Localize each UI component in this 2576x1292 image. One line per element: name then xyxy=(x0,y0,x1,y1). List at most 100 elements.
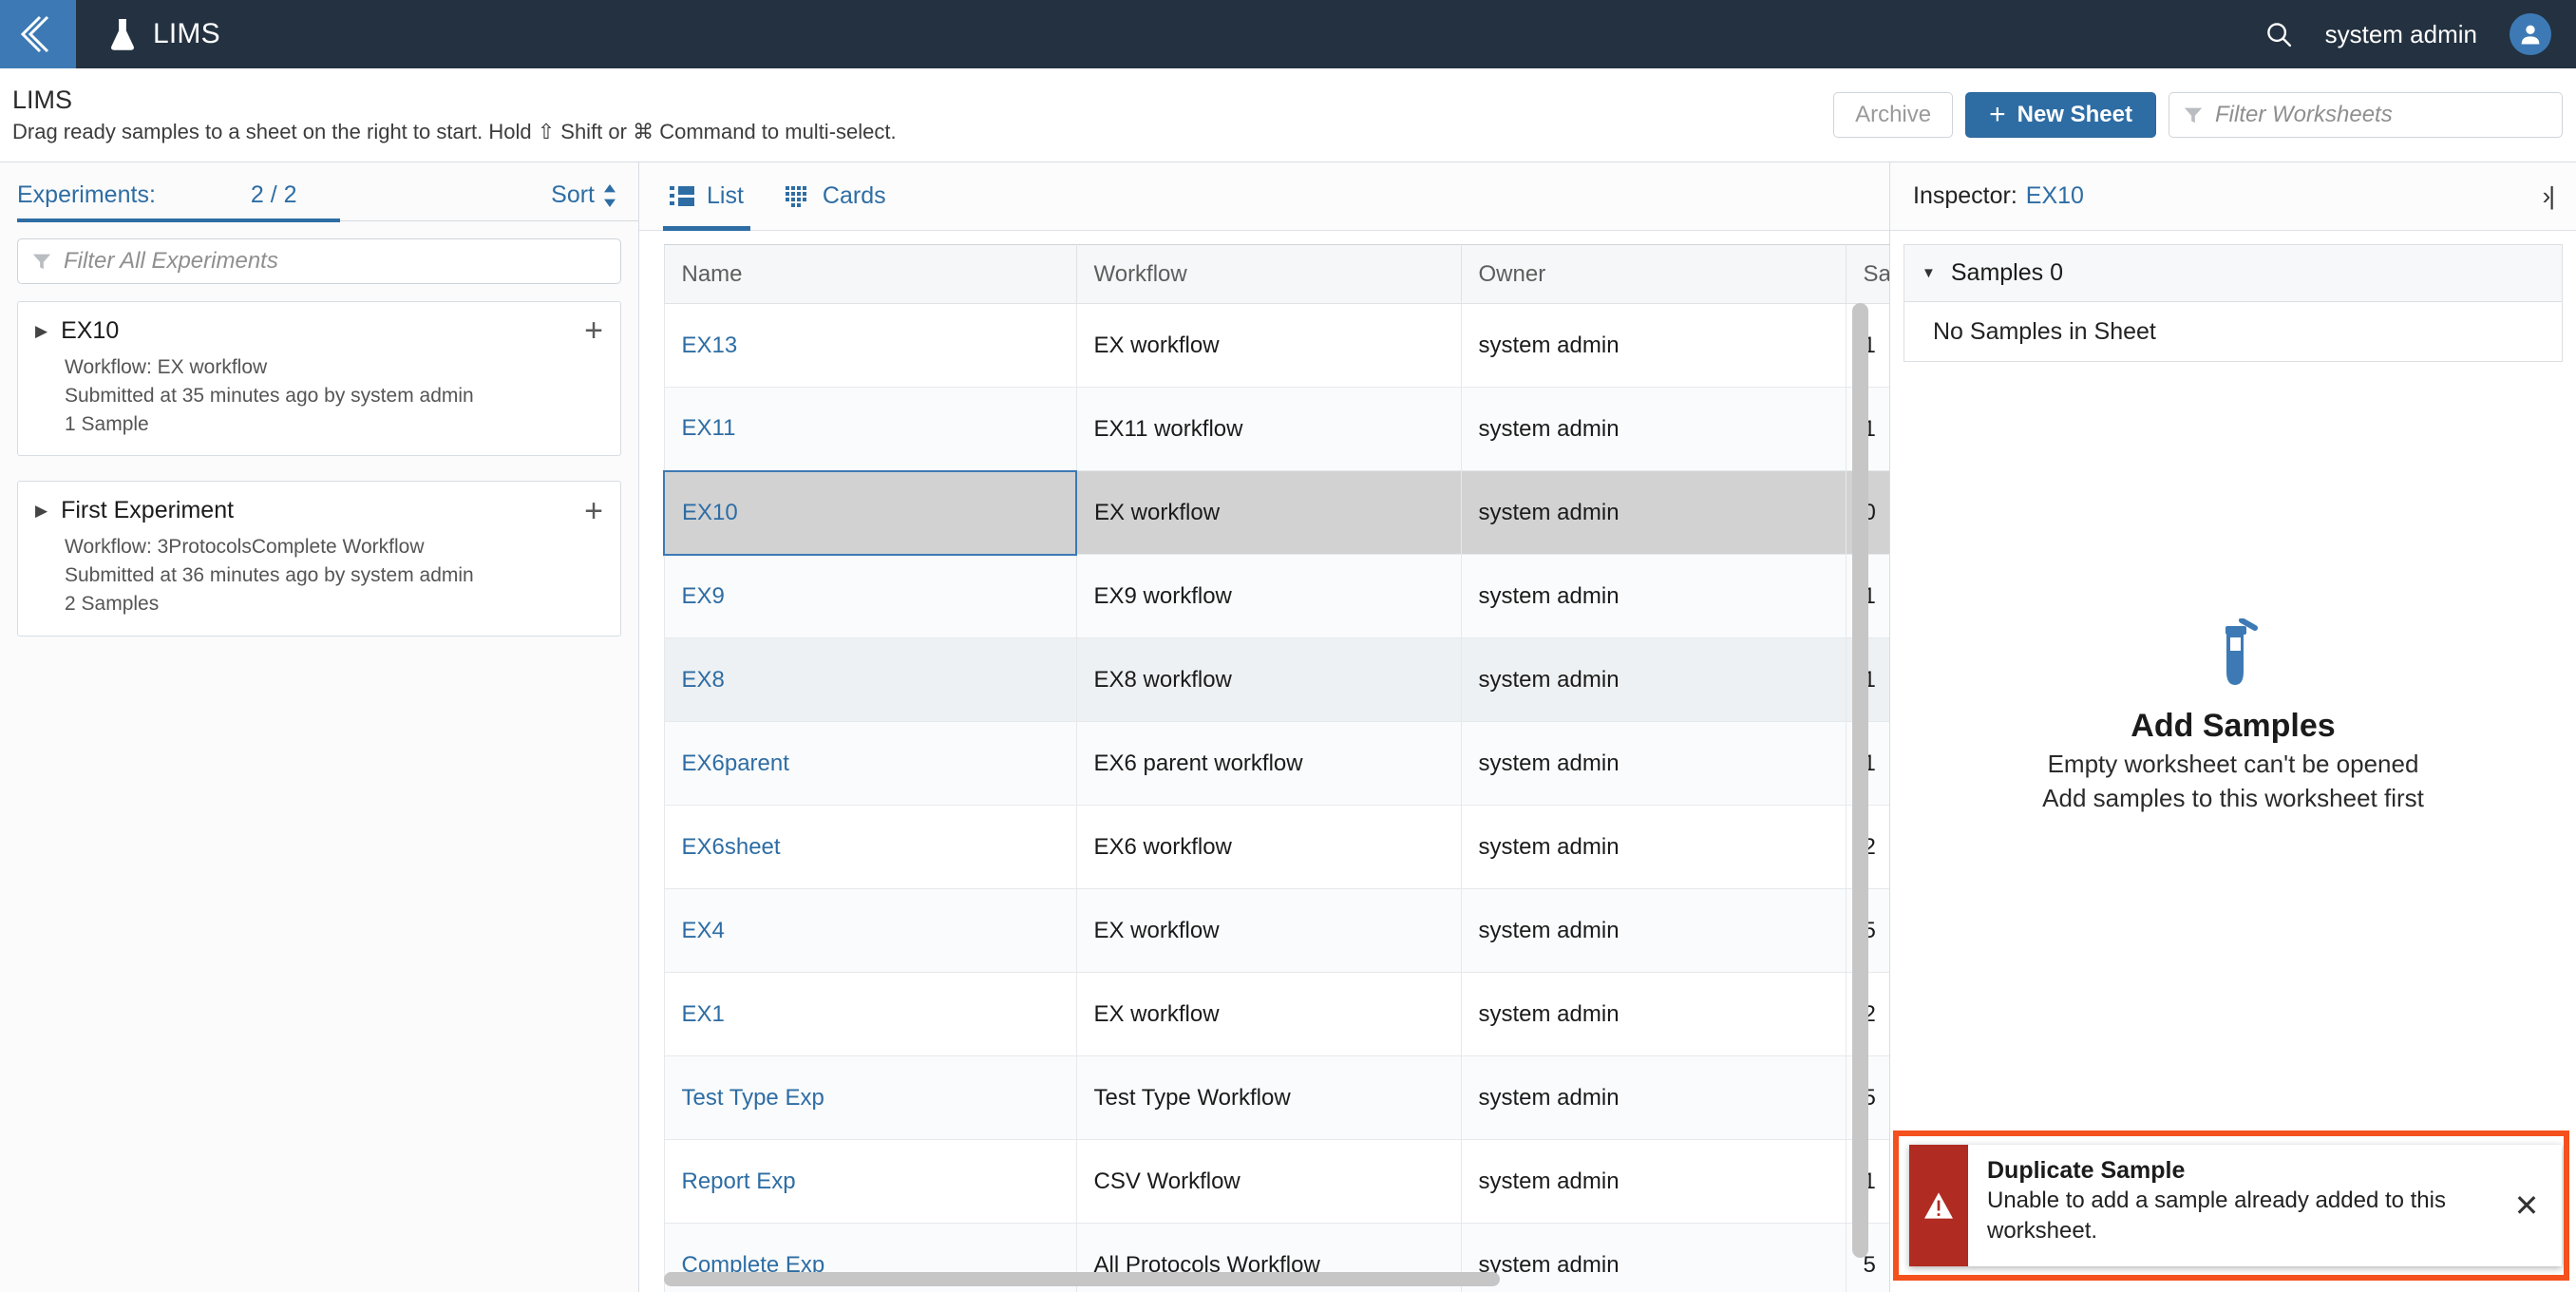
worksheet-filter-input[interactable]: Filter Worksheets xyxy=(2169,92,2563,138)
column-header-workflow[interactable]: Workflow xyxy=(1075,244,1462,304)
experiment-card-header: ▶ First Experiment + xyxy=(35,494,603,527)
worksheet-link[interactable]: Test Type Exp xyxy=(682,1085,824,1111)
table-row[interactable]: Report Exp CSV Workflow system admin 1 xyxy=(663,1139,1889,1224)
cell-name[interactable]: Report Exp xyxy=(663,1139,1077,1224)
experiments-label: Experiments: xyxy=(17,181,156,208)
caret-down-icon[interactable]: ▼ xyxy=(1922,265,1936,281)
table-row[interactable]: EX6parent EX6 parent workflow system admin… xyxy=(663,721,1889,806)
experiments-filter-input[interactable]: Filter All Experiments xyxy=(17,238,621,284)
chevron-left-back-icon xyxy=(20,15,49,53)
table-vertical-scrollbar-thumb[interactable] xyxy=(1852,303,1868,1258)
toast-message: Unable to add a sample already added to … xyxy=(1987,1188,2446,1244)
cell-workflow: EX9 workflow xyxy=(1075,554,1462,638)
cell-name[interactable]: EX6sheet xyxy=(663,805,1077,889)
table-header-row: Name Workflow Owner Samples xyxy=(663,244,1889,304)
samples-section-header[interactable]: ▼ Samples 0 xyxy=(1904,245,2562,302)
cell-name[interactable]: EX8 xyxy=(663,637,1077,722)
worksheet-link[interactable]: EX4 xyxy=(682,918,725,943)
table-row[interactable]: EX13 EX workflow system admin 1 xyxy=(663,303,1889,388)
tab-list-label: List xyxy=(707,182,744,209)
experiment-card[interactable]: ▶ EX10 + Workflow: EX workflow Submitted… xyxy=(17,301,621,457)
cell-owner: system admin xyxy=(1460,1055,1847,1140)
avatar[interactable] xyxy=(2510,13,2551,55)
app-brand: LIMS xyxy=(109,18,220,50)
cell-name[interactable]: EX4 xyxy=(663,888,1077,973)
toast-icon-bar xyxy=(1909,1145,1968,1266)
table-horizontal-scrollbar-thumb[interactable] xyxy=(664,1272,1500,1286)
table-vertical-scrollbar[interactable] xyxy=(1852,303,1868,1258)
collapse-right-icon[interactable]: ›| xyxy=(2543,181,2555,211)
experiments-panel: Experiments: 2 / 2 Sort Filter All Exper… xyxy=(0,162,639,1292)
experiment-card[interactable]: ▶ First Experiment + Workflow: 3Protocol… xyxy=(17,481,621,636)
top-navigation-bar: LIMS system admin xyxy=(0,0,2576,68)
search-icon[interactable] xyxy=(2264,20,2293,48)
add-samples-title: Add Samples xyxy=(2131,708,2336,744)
cell-workflow: EX workflow xyxy=(1075,888,1462,973)
cell-owner: system admin xyxy=(1460,470,1847,555)
table-row[interactable]: EX10 EX workflow system admin 0 xyxy=(663,469,1889,556)
worksheet-link[interactable]: Report Exp xyxy=(682,1168,796,1194)
caret-right-icon[interactable]: ▶ xyxy=(35,323,47,339)
inspector-label: Inspector: xyxy=(1913,182,2017,209)
table-horizontal-scrollbar[interactable] xyxy=(664,1272,1889,1286)
back-button[interactable] xyxy=(0,0,76,68)
funnel-icon xyxy=(32,254,51,270)
worksheet-link[interactable]: EX8 xyxy=(682,667,725,693)
column-header-owner[interactable]: Owner xyxy=(1460,244,1847,304)
table-row[interactable]: EX1 EX workflow system admin 2 xyxy=(663,972,1889,1056)
cell-workflow: CSV Workflow xyxy=(1075,1139,1462,1224)
experiment-submitted: Submitted at 36 minutes ago by system ad… xyxy=(65,564,474,587)
duplicate-sample-toast: Duplicate Sample Unable to add a sample … xyxy=(1909,1145,2562,1266)
worksheet-link[interactable]: EX6sheet xyxy=(682,834,781,860)
cell-name[interactable]: EX10 xyxy=(663,469,1077,556)
table-row[interactable]: Test Type Exp Test Type Workflow system ad… xyxy=(663,1055,1889,1140)
cell-name[interactable]: EX11 xyxy=(663,387,1077,471)
toast-body: Duplicate Sample Unable to add a sample … xyxy=(1968,1145,2491,1266)
cell-workflow: EX11 workflow xyxy=(1075,387,1462,471)
user-name-label[interactable]: system admin xyxy=(2325,20,2477,49)
experiment-workflow: Workflow: 3ProtocolsComplete Workflow xyxy=(65,536,425,559)
add-samples-empty-state: Add Samples Empty worksheet can't be ope… xyxy=(1890,618,2576,813)
table-row[interactable]: EX11 EX11 workflow system admin 1 xyxy=(663,387,1889,471)
archive-button[interactable]: Archive xyxy=(1833,92,1954,138)
cell-owner: system admin xyxy=(1460,888,1847,973)
flask-icon xyxy=(111,19,134,50)
cell-name[interactable]: EX6parent xyxy=(663,721,1077,806)
cell-name[interactable]: Test Type Exp xyxy=(663,1055,1077,1140)
plus-icon: + xyxy=(1989,99,2006,130)
column-header-name[interactable]: Name xyxy=(663,244,1077,304)
experiment-workflow: Workflow: EX workflow xyxy=(65,356,268,378)
table-row[interactable]: EX9 EX9 workflow system admin 1 xyxy=(663,554,1889,638)
tab-list[interactable]: List xyxy=(663,162,750,231)
table-row[interactable]: EX6sheet EX6 workflow system admin 2 xyxy=(663,805,1889,889)
experiment-name: First Experiment xyxy=(61,497,235,524)
experiments-count: 2 / 2 xyxy=(250,181,297,208)
worksheet-link[interactable]: EX10 xyxy=(682,500,738,525)
main-content: Experiments: 2 / 2 Sort Filter All Exper… xyxy=(0,162,2576,1292)
worksheet-link[interactable]: EX6parent xyxy=(682,750,789,776)
samples-section-label: Samples 0 xyxy=(1950,259,2063,286)
cell-name[interactable]: EX13 xyxy=(663,303,1077,388)
table-row[interactable]: EX4 EX workflow system admin 5 xyxy=(663,888,1889,973)
cell-workflow: EX workflow xyxy=(1075,470,1462,555)
tab-cards[interactable]: Cards xyxy=(779,162,893,231)
add-samples-line-2: Add samples to this worksheet first xyxy=(2042,784,2424,812)
worksheet-link[interactable]: EX13 xyxy=(682,332,738,358)
close-icon[interactable]: ✕ xyxy=(2491,1145,2562,1266)
nav-right-cluster: system admin xyxy=(2264,13,2576,55)
worksheet-link[interactable]: EX1 xyxy=(682,1001,725,1027)
new-sheet-button[interactable]: + New Sheet xyxy=(1965,92,2156,138)
cell-name[interactable]: EX1 xyxy=(663,972,1077,1056)
worksheet-filter-placeholder: Filter Worksheets xyxy=(2215,102,2393,127)
caret-right-icon[interactable]: ▶ xyxy=(35,503,47,519)
add-experiment-icon[interactable]: + xyxy=(584,314,603,348)
add-experiment-icon[interactable]: + xyxy=(584,494,603,527)
experiment-submitted: Submitted at 35 minutes ago by system ad… xyxy=(65,384,474,407)
worksheet-link[interactable]: EX11 xyxy=(682,415,736,441)
cell-name[interactable]: EX9 xyxy=(663,554,1077,638)
table-row[interactable]: EX8 EX8 workflow system admin 1 xyxy=(663,637,1889,722)
column-header-samples[interactable]: Samples xyxy=(1845,244,1889,304)
sort-button[interactable]: Sort xyxy=(551,181,617,209)
worksheet-link[interactable]: EX9 xyxy=(682,583,725,609)
inspector-target[interactable]: EX10 xyxy=(2026,182,2084,210)
